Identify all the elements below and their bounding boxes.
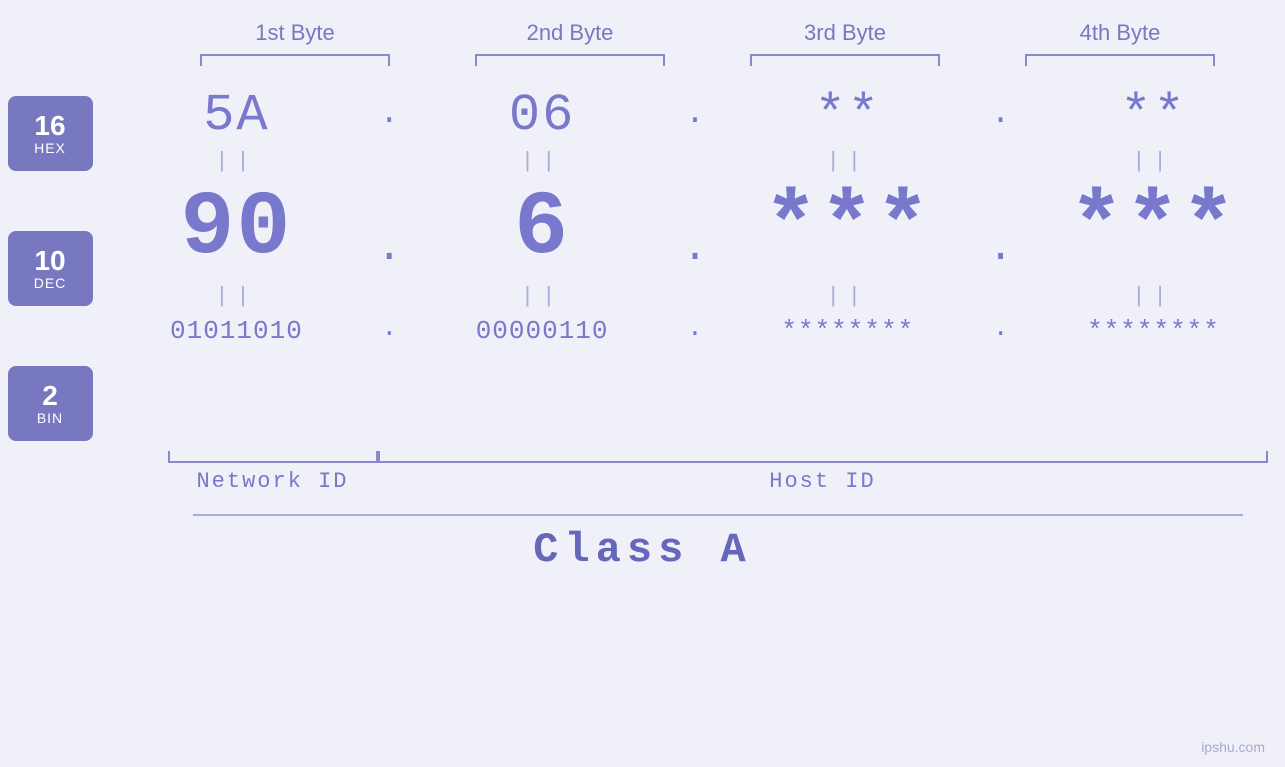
bin-b1: 01011010 <box>126 316 346 346</box>
bin-b2: 00000110 <box>432 316 652 346</box>
eq2-b2: || <box>432 284 652 309</box>
dot-dec-3: . <box>986 224 1016 280</box>
dot-dec-2: . <box>680 224 710 280</box>
dec-b3: *** <box>738 178 958 280</box>
dot-hex-3: . <box>986 95 1016 137</box>
main-container: 1st Byte 2nd Byte 3rd Byte 4th Byte 16 H… <box>0 0 1285 767</box>
bottom-brackets <box>168 451 1268 463</box>
byte2-header: 2nd Byte <box>460 20 680 46</box>
dec-b4: *** <box>1043 178 1263 280</box>
dec-b2: 6 <box>432 178 652 280</box>
bottom-labels: Network ID Host ID <box>168 469 1268 494</box>
bottom-section: Network ID Host ID <box>168 451 1268 494</box>
byte3-header: 3rd Byte <box>735 20 955 46</box>
main-values: 16 HEX 10 DEC 2 BIN 5A . 06 . ** . ** <box>8 86 1278 441</box>
hex-b1: 5A <box>126 86 346 145</box>
watermark: ipshu.com <box>1201 739 1265 755</box>
equals-row-2: || || || || <box>113 280 1278 313</box>
dec-text: DEC <box>34 275 67 291</box>
dot-hex-2: . <box>680 95 710 137</box>
hex-number: 16 <box>34 112 65 140</box>
dec-b1: 90 <box>126 178 346 280</box>
dot-hex-1: . <box>374 95 404 137</box>
eq2-b4: || <box>1043 284 1263 309</box>
bracket-byte2 <box>475 54 665 66</box>
hex-row: 5A . 06 . ** . ** <box>113 86 1278 145</box>
bracket-byte4 <box>1025 54 1215 66</box>
bin-b4: ******** <box>1043 316 1263 346</box>
hex-b4: ** <box>1043 86 1263 145</box>
bracket-host <box>378 451 1268 463</box>
eq1-b2: || <box>432 149 652 174</box>
bin-text: BIN <box>37 410 63 426</box>
network-id-label: Network ID <box>168 469 378 494</box>
dot-bin-3: . <box>986 313 1016 348</box>
dec-label: 10 DEC <box>8 231 93 306</box>
values-area: 5A . 06 . ** . ** || || || || 90 <box>113 86 1278 348</box>
bracket-byte3 <box>750 54 940 66</box>
dec-number: 10 <box>34 247 65 275</box>
dot-dec-1: . <box>374 224 404 280</box>
dot-bin-2: . <box>680 313 710 348</box>
eq2-b1: || <box>126 284 346 309</box>
eq1-b3: || <box>738 149 958 174</box>
class-divider <box>193 514 1243 516</box>
bin-b3: ******** <box>738 316 958 346</box>
dec-row: 90 . 6 . *** . *** <box>113 178 1278 280</box>
equals-row-1: || || || || <box>113 145 1278 178</box>
eq2-b3: || <box>738 284 958 309</box>
top-brackets <box>158 54 1258 66</box>
host-id-label: Host ID <box>378 469 1268 494</box>
bin-row: 01011010 . 00000110 . ******** . *******… <box>113 313 1278 348</box>
bracket-byte1 <box>200 54 390 66</box>
base-labels: 16 HEX 10 DEC 2 BIN <box>8 96 93 441</box>
hex-b2: 06 <box>432 86 652 145</box>
class-label: Class A <box>0 526 1285 574</box>
dot-bin-1: . <box>374 313 404 348</box>
byte1-header: 1st Byte <box>185 20 405 46</box>
eq1-b1: || <box>126 149 346 174</box>
hex-label: 16 HEX <box>8 96 93 171</box>
byte-headers: 1st Byte 2nd Byte 3rd Byte 4th Byte <box>158 20 1258 46</box>
hex-text: HEX <box>34 140 66 156</box>
eq1-b4: || <box>1043 149 1263 174</box>
hex-b3: ** <box>738 86 958 145</box>
bracket-network <box>168 451 378 463</box>
bin-label: 2 BIN <box>8 366 93 441</box>
byte4-header: 4th Byte <box>1010 20 1230 46</box>
bin-number: 2 <box>42 382 58 410</box>
